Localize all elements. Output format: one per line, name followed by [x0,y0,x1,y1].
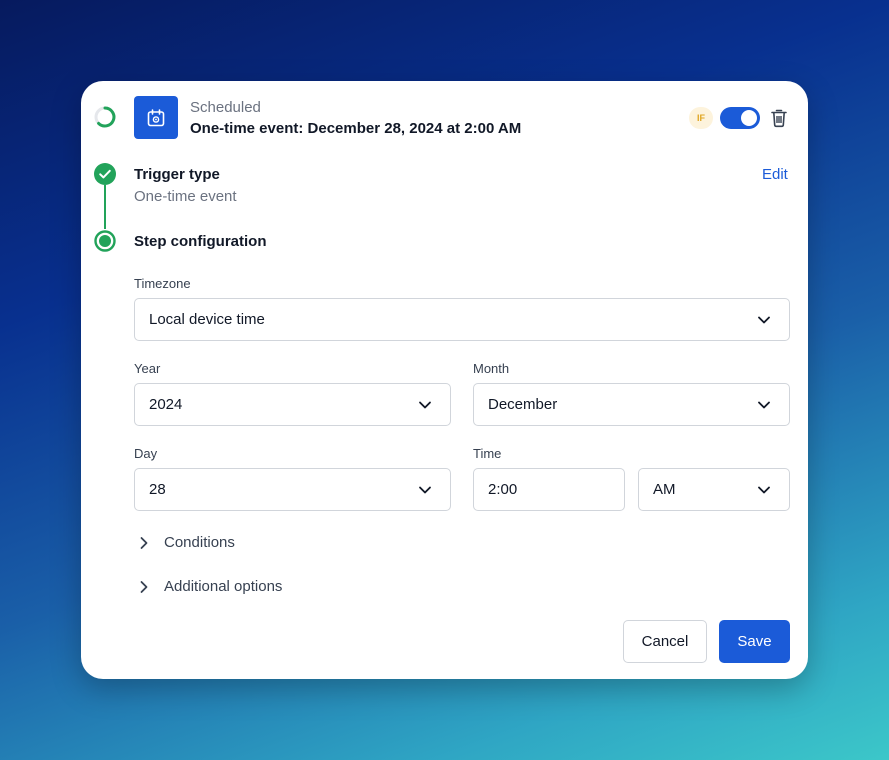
step-connector [104,185,106,229]
trigger-type-value: One-time event [134,188,237,205]
check-circle-icon [94,163,116,185]
chevron-down-icon [419,401,431,409]
year-label: Year [134,361,161,376]
time-label: Time [473,446,502,461]
year-value: 2024 [149,396,183,413]
time-input[interactable]: 2:00 [473,468,625,511]
conditions-expander[interactable]: Conditions [138,534,235,551]
day-value: 28 [149,481,166,498]
cancel-button[interactable]: Cancel [623,620,707,663]
month-label: Month [473,361,510,376]
day-select[interactable]: 28 [134,468,451,511]
chevron-right-icon [140,580,148,593]
timezone-select[interactable]: Local device time [134,298,790,341]
chevron-down-icon [758,486,770,494]
timezone-label: Timezone [134,276,191,291]
toggle-knob [741,110,757,126]
additional-options-label: Additional options [164,578,283,595]
am-pm-select[interactable]: AM [638,468,790,511]
schedule-summary: One-time event: December 28, 2024 at 2:0… [190,120,522,137]
time-value: 2:00 [488,481,518,498]
step-card: Scheduled One-time event: December 28, 2… [81,81,808,679]
chevron-down-icon [758,401,770,409]
schedule-status: Scheduled [190,99,261,116]
step-configuration-title: Step configuration [134,233,267,250]
save-button[interactable]: Save [719,620,790,663]
chevron-right-icon [140,536,148,549]
trash-icon[interactable] [770,108,788,128]
if-badge[interactable]: IF [689,107,713,129]
conditions-label: Conditions [164,534,235,551]
year-select[interactable]: 2024 [134,383,451,426]
enable-toggle[interactable] [720,107,760,129]
month-select[interactable]: December [473,383,790,426]
loading-spinner-icon [94,106,116,128]
edit-trigger-link[interactable]: Edit [762,166,788,183]
chevron-down-icon [758,316,770,324]
month-value: December [488,396,558,413]
additional-options-expander[interactable]: Additional options [138,578,282,595]
am-pm-value: AM [653,481,676,498]
calendar-icon [147,108,165,126]
chevron-down-icon [419,486,431,494]
active-step-icon [94,230,116,252]
timezone-value: Local device time [149,311,265,328]
trigger-type-title: Trigger type [134,166,220,183]
calendar-icon-tile [134,96,178,139]
day-label: Day [134,446,158,461]
